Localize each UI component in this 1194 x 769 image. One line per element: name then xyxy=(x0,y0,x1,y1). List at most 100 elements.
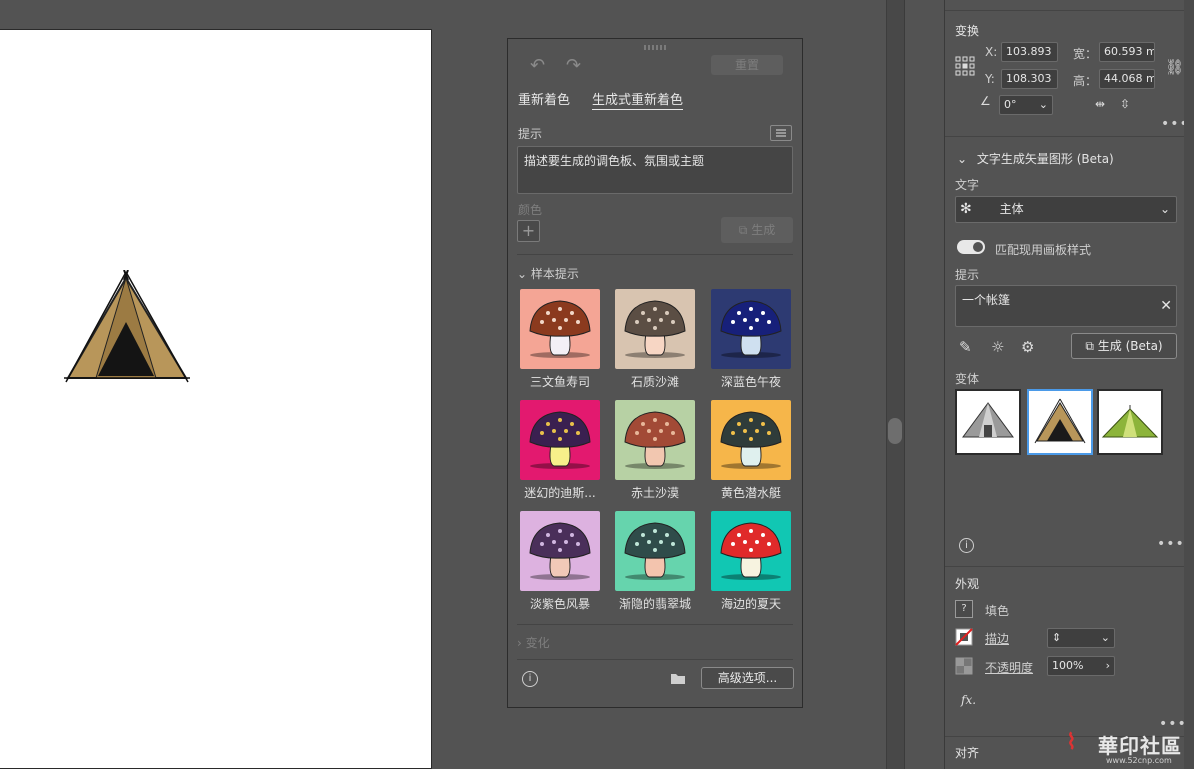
y-input[interactable]: 108.303 xyxy=(1001,69,1058,89)
generative-recolor-panel: ↶ ↷ 重置 重新着色 生成式重新着色 提示 描述要生成的调色板、氛围或主题 颜… xyxy=(507,38,803,708)
chevron-down-icon: ⌄ xyxy=(1159,202,1170,216)
panel-gutter xyxy=(904,0,944,769)
opacity-input[interactable]: 100% › xyxy=(1047,656,1115,676)
variations-toggle[interactable]: › 变化 xyxy=(517,634,550,651)
prompt-value: 一个帐篷 xyxy=(962,293,1011,307)
variant-1[interactable] xyxy=(955,389,1021,455)
sample-item[interactable]: 深蓝色午夜 xyxy=(711,289,799,390)
mushroom-icon xyxy=(720,522,782,580)
sample-grid: 三文鱼寿司 石质沙滩 深蓝色午夜迷幻的迪斯... 赤土沙漠 黄色潜水艇淡紫色风暴 渐隐的翡… xyxy=(508,289,804,619)
fill-swatch[interactable]: ? xyxy=(955,600,973,618)
generate-beta-button[interactable]: ⧉ 生成 (Beta) xyxy=(1071,333,1177,359)
sample-item[interactable]: 三文鱼寿司 xyxy=(520,289,608,390)
angle-input[interactable]: 0° ⌄ xyxy=(999,95,1053,115)
sample-item[interactable]: 迷幻的迪斯... xyxy=(520,400,608,501)
text-to-vector-header[interactable]: ⌄ 文字生成矢量图形 (Beta) xyxy=(957,150,1114,167)
add-color-button[interactable]: + xyxy=(517,220,540,242)
folder-icon[interactable] xyxy=(670,672,686,685)
chevron-right-icon: › xyxy=(1105,659,1110,672)
sample-thumbnail[interactable] xyxy=(711,400,791,480)
lightbulb-icon[interactable]: ☼ xyxy=(991,338,1004,356)
sample-thumbnail[interactable] xyxy=(615,289,695,369)
sample-thumbnail[interactable] xyxy=(711,511,791,591)
tent-variant-grey xyxy=(962,402,1014,438)
sample-item[interactable]: 黄色潜水艇 xyxy=(711,400,799,501)
prompt-label: 提示 xyxy=(955,268,980,282)
stroke-swatch[interactable] xyxy=(955,628,973,646)
type-value: 主体 xyxy=(999,202,1024,216)
divider xyxy=(517,254,793,255)
sample-item[interactable]: 渐隐的翡翠城 xyxy=(615,511,703,612)
properties-scrollbar[interactable] xyxy=(1184,0,1194,769)
reset-button[interactable]: 重置 xyxy=(711,55,783,75)
advanced-options-button[interactable]: 高级选项... xyxy=(701,667,794,689)
artboard[interactable] xyxy=(0,29,432,769)
sample-item[interactable]: 赤土沙漠 xyxy=(615,400,703,501)
opacity-icon xyxy=(955,657,973,675)
transform-title: 变换 xyxy=(955,24,980,38)
mushroom-icon xyxy=(529,411,591,469)
tab-generative-recolor[interactable]: 生成式重新着色 xyxy=(592,89,684,110)
redo-icon[interactable]: ↷ xyxy=(566,55,581,76)
stepper-icon[interactable]: ⇕ xyxy=(1052,631,1061,645)
tent-artwork[interactable] xyxy=(62,270,192,390)
info-icon[interactable]: i xyxy=(959,538,974,553)
height-label: 高： xyxy=(1073,74,1098,88)
prompt-label: 提示 xyxy=(518,127,543,141)
type-label: 文字 xyxy=(955,178,980,192)
fill-label: 填色 xyxy=(985,604,1010,618)
info-icon[interactable]: i xyxy=(522,671,538,687)
type-dropdown[interactable]: ✻ 主体 ⌄ xyxy=(955,196,1177,223)
mushroom-icon xyxy=(720,300,782,358)
opacity-label[interactable]: 不透明度 xyxy=(985,659,1033,676)
sample-thumbnail[interactable] xyxy=(520,289,600,369)
generate-button[interactable]: ⧉ 生成 xyxy=(721,217,793,243)
list-icon xyxy=(776,129,786,137)
gear-icon[interactable]: ⚙ xyxy=(1021,338,1034,356)
undo-icon[interactable]: ↶ xyxy=(530,55,545,76)
angle-value: 0° xyxy=(1004,98,1017,111)
sample-label: 深蓝色午夜 xyxy=(720,375,781,389)
canvas-scrollbar-thumb[interactable] xyxy=(888,418,902,444)
sample-item[interactable]: 海边的夏天 xyxy=(711,511,799,612)
divider xyxy=(517,659,793,660)
sample-item[interactable]: 石质沙滩 xyxy=(615,289,703,390)
sample-thumbnail[interactable] xyxy=(520,400,600,480)
stroke-weight-input[interactable]: ⇕ ⌄ xyxy=(1047,628,1115,648)
sample-thumbnail[interactable] xyxy=(615,400,695,480)
clear-icon[interactable]: ✕ xyxy=(1160,298,1172,314)
height-input[interactable]: 44.068 m xyxy=(1099,69,1155,89)
sample-thumbnail[interactable] xyxy=(711,289,791,369)
prompt-textarea[interactable]: 描述要生成的调色板、氛围或主题 xyxy=(517,146,793,194)
mushroom-icon xyxy=(529,300,591,358)
generate-label: 生成 xyxy=(751,223,776,237)
match-style-toggle[interactable] xyxy=(957,240,985,254)
sample-prompts-toggle[interactable]: ⌄ 样本提示 xyxy=(517,265,579,282)
variant-2[interactable] xyxy=(1027,389,1093,455)
sample-item[interactable]: 淡紫色风暴 xyxy=(520,511,608,612)
sample-thumbnail[interactable] xyxy=(520,511,600,591)
flip-horizontal-icon[interactable]: ⇹ xyxy=(1095,97,1105,111)
stroke-label[interactable]: 描边 xyxy=(985,630,1009,647)
sample-thumbnail[interactable] xyxy=(615,511,695,591)
width-input[interactable]: 60.593 m xyxy=(1099,42,1155,62)
variants-label: 变体 xyxy=(955,372,980,386)
unlink-proportions-icon[interactable]: ⛓ xyxy=(1165,58,1184,76)
prompt-menu-button[interactable] xyxy=(770,125,792,141)
reference-point-icon[interactable] xyxy=(955,56,975,76)
prompt-input[interactable]: 一个帐篷 ✕ xyxy=(955,285,1177,327)
variant-3[interactable] xyxy=(1097,389,1163,455)
flip-vertical-icon[interactable]: ⇳ xyxy=(1120,97,1130,111)
subject-icon: ✻ xyxy=(960,201,972,217)
x-input[interactable]: 103.893 xyxy=(1001,42,1058,62)
sample-label: 三文鱼寿司 xyxy=(529,375,590,389)
opacity-value: 100% xyxy=(1052,659,1084,672)
fx-button[interactable]: fx. xyxy=(961,693,976,707)
more-options-icon[interactable]: ••• xyxy=(1157,536,1185,552)
watermark-url: www.52cnp.com xyxy=(1106,756,1172,765)
style-reference-icon[interactable]: ✎ xyxy=(959,338,972,356)
canvas-scrollbar[interactable] xyxy=(886,0,904,769)
appearance-title: 外观 xyxy=(955,577,980,591)
panel-grip[interactable] xyxy=(644,45,666,50)
tab-recolor[interactable]: 重新着色 xyxy=(518,89,570,108)
